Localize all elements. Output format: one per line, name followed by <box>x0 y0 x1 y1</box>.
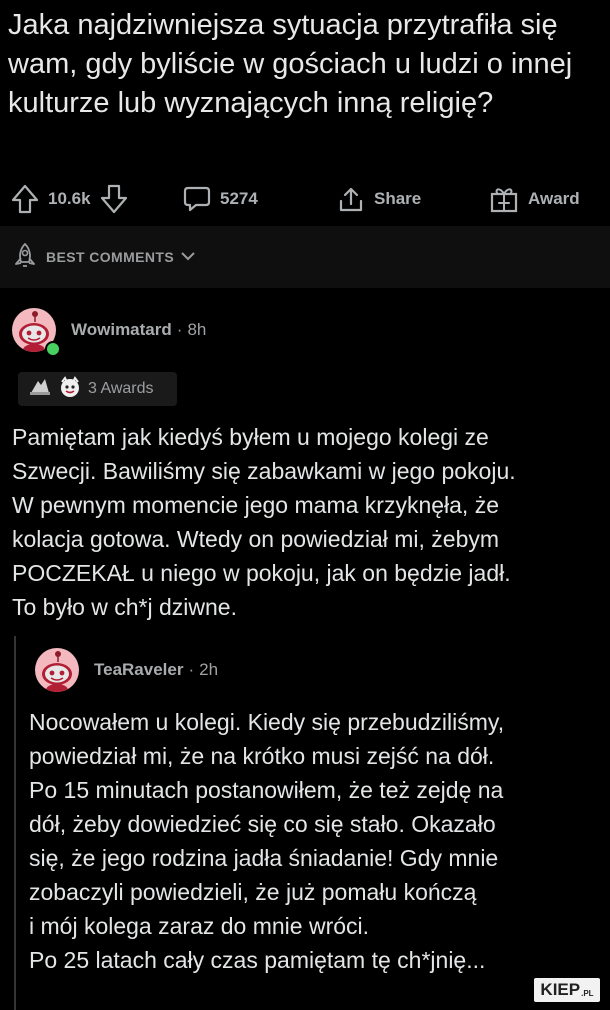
comment-meta: TeaRaveler · 2h <box>94 660 218 680</box>
downvote-icon[interactable] <box>99 183 129 215</box>
thread-line[interactable] <box>14 636 16 1010</box>
watermark-logo: KIEP .PL <box>534 978 600 1002</box>
share-button[interactable]: Share <box>336 184 421 214</box>
comment-body: Pamiętam jak kiedyś byłem u mojego koleg… <box>12 424 516 620</box>
vote-count: 10.6k <box>48 189 91 208</box>
snoo-icon <box>42 651 72 692</box>
online-status-indicator <box>45 341 61 357</box>
comment-time: 2h <box>199 660 219 679</box>
comments-button[interactable]: 5274 <box>182 184 258 214</box>
comment-username[interactable]: Wowimatard <box>71 320 172 340</box>
comment-meta: Wowimatard · 8h <box>71 320 206 340</box>
upvote-icon[interactable] <box>10 183 40 215</box>
awards-badge[interactable]: 3 Awards <box>18 372 177 406</box>
sort-label: BEST COMMENTS <box>46 249 175 265</box>
meta-separator: · <box>188 660 195 679</box>
gift-icon <box>488 184 520 214</box>
watermark-text: KIEP <box>540 980 581 999</box>
comment-sort-bar[interactable]: BEST COMMENTS <box>0 226 610 288</box>
comment-time: 8h <box>187 320 207 339</box>
comment-body: Nocowałem u kolegi. Kiedy się przebudzil… <box>29 709 505 973</box>
watermark-suffix: .PL <box>581 989 594 998</box>
rocket-icon <box>10 241 40 274</box>
post-action-bar: 10.6k 5274 Share Award <box>0 176 610 222</box>
awards-count: 3 Awards <box>88 380 154 397</box>
comment-count: 5274 <box>220 189 258 208</box>
meta-separator: · <box>176 320 183 339</box>
award-label: Award <box>528 189 580 208</box>
award-icon <box>58 375 82 403</box>
award-button[interactable]: Award <box>488 184 580 214</box>
post-title: Jaka najdziwniejsza sytuacja przytrafiła… <box>8 9 573 119</box>
chevron-down-icon <box>180 249 196 265</box>
share-icon <box>336 184 366 214</box>
share-label: Share <box>374 189 422 208</box>
avatar[interactable] <box>35 648 79 692</box>
vote-group: 10.6k <box>10 183 129 215</box>
award-icon <box>28 376 52 403</box>
comment-bubble-icon <box>182 184 212 214</box>
comment-username[interactable]: TeaRaveler <box>94 660 183 680</box>
